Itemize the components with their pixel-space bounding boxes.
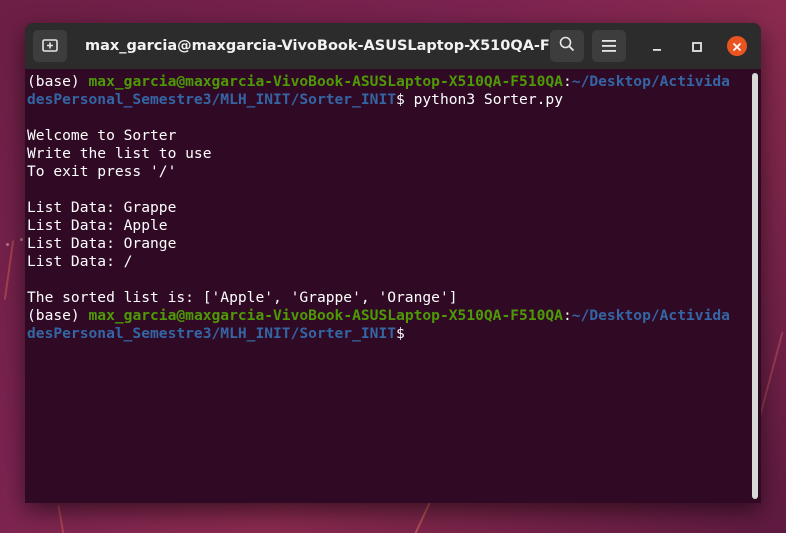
wallpaper-line	[3, 240, 15, 300]
hamburger-menu-icon	[602, 37, 616, 56]
wallpaper-dot	[20, 238, 23, 241]
minimize-button[interactable]	[647, 36, 667, 56]
prompt-line: (base) max_garcia@maxgarcia-VivoBook-ASU…	[27, 307, 749, 325]
working-directory-continued: desPersonal_Semestre3/MLH_INIT/Sorter_IN…	[27, 325, 397, 342]
terminal-output[interactable]: (base) max_garcia@maxgarcia-VivoBook-ASU…	[27, 73, 749, 498]
window-title: max_garcia@maxgarcia-VivoBook-ASUSLaptop…	[85, 38, 550, 54]
output-line: Write the list to use	[27, 145, 212, 162]
wallpaper-line	[57, 505, 65, 533]
search-icon	[559, 36, 575, 56]
output-line: List Data: Apple	[27, 217, 168, 234]
prompt-line-continued: desPersonal_Semestre3/MLH_INIT/Sorter_IN…	[27, 325, 749, 343]
prompt-line: (base) max_garcia@maxgarcia-VivoBook-ASU…	[27, 73, 749, 91]
output-line: To exit press '/'	[27, 163, 177, 180]
prompt-symbol: $	[396, 325, 405, 342]
maximize-button[interactable]	[687, 36, 707, 56]
minimize-icon	[652, 37, 662, 56]
output-line: List Data: /	[27, 253, 133, 270]
prompt-line-continued: desPersonal_Semestre3/MLH_INIT/Sorter_IN…	[27, 91, 749, 109]
new-tab-icon	[42, 37, 58, 56]
conda-env: (base)	[27, 307, 89, 324]
menu-button[interactable]	[592, 30, 626, 62]
terminal-window: max_garcia@maxgarcia-VivoBook-ASUSLaptop…	[25, 23, 761, 503]
output-line: The sorted list is: ['Apple', 'Grappe', …	[27, 289, 458, 306]
working-directory: ~/Desktop/Activida	[571, 73, 730, 90]
new-tab-button[interactable]	[33, 30, 67, 62]
close-button[interactable]	[727, 36, 747, 56]
working-directory-continued: desPersonal_Semestre3/MLH_INIT/Sorter_IN…	[27, 91, 397, 108]
title-bar[interactable]: max_garcia@maxgarcia-VivoBook-ASUSLaptop…	[25, 23, 761, 69]
conda-env: (base)	[27, 73, 89, 90]
prompt-separator: :	[562, 73, 572, 90]
user-host: max_garcia@maxgarcia-VivoBook-ASUSLaptop…	[88, 307, 563, 324]
wallpaper-dot	[6, 243, 9, 246]
working-directory: ~/Desktop/Activida	[571, 307, 730, 324]
output-line: Welcome to Sorter	[27, 127, 177, 144]
scrollbar[interactable]	[752, 73, 758, 499]
command-text: python3 Sorter.py	[404, 91, 563, 108]
search-button[interactable]	[550, 30, 584, 62]
output-line: List Data: Orange	[27, 235, 177, 252]
close-icon	[732, 37, 742, 56]
output-line: List Data: Grappe	[27, 199, 177, 216]
prompt-separator: :	[562, 307, 572, 324]
user-host: max_garcia@maxgarcia-VivoBook-ASUSLaptop…	[88, 73, 563, 90]
prompt-symbol: $	[396, 91, 405, 108]
maximize-icon	[692, 37, 702, 56]
